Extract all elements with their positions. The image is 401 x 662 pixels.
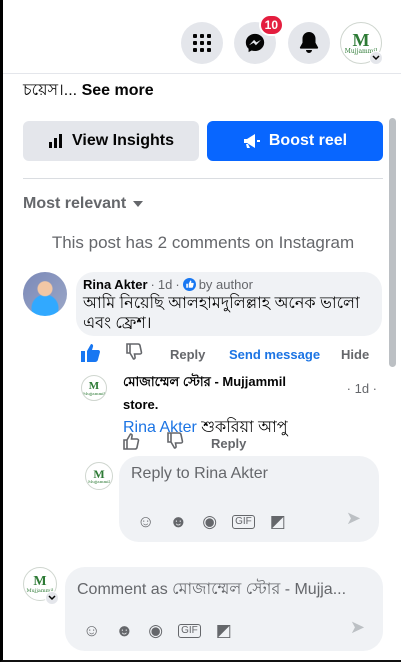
messenger-icon	[245, 33, 265, 53]
chevron-down-icon	[48, 595, 56, 601]
commenter-avatar[interactable]	[23, 272, 67, 316]
sticker-icon[interactable]: ◩	[270, 513, 286, 530]
reply-to-reply-button[interactable]: Reply	[211, 436, 246, 451]
reply-tools: ☺ ☻ ◉ GIF ◩	[137, 513, 286, 530]
send-icon[interactable]: ➤	[350, 617, 365, 638]
messenger-badge: 10	[258, 14, 284, 36]
bar-chart-icon	[49, 134, 63, 148]
comment-author[interactable]: Rina Akter	[83, 277, 148, 292]
gif-icon[interactable]: GIF	[232, 514, 255, 529]
comment-meta: by author	[198, 277, 253, 292]
reply-comment: মোজাম্মেল স্টোর - Mujjammil store. · 1d …	[123, 373, 383, 441]
scrollbar-thumb[interactable]	[389, 118, 396, 367]
comment-as-switch[interactable]	[45, 591, 59, 605]
top-bar: 10 M Mujjammil	[3, 0, 401, 74]
divider	[23, 178, 383, 179]
reply-author-suffix: store.	[123, 397, 159, 412]
reply-text: Rina Akter শুকরিয়া আপু	[123, 419, 288, 436]
megaphone-icon	[243, 134, 260, 148]
reply-button[interactable]: Reply	[170, 347, 205, 362]
dislike-icon[interactable]	[126, 343, 144, 361]
boost-reel-button[interactable]: Boost reel	[207, 121, 383, 161]
view-insights-button[interactable]: View Insights	[23, 121, 199, 161]
reply-input[interactable]: Reply to Rina Akter ☺ ☻ ◉ GIF ◩ ➤	[119, 456, 379, 542]
emoji-icon[interactable]: ☻	[115, 622, 133, 639]
comment-input[interactable]: Comment as মোজাম্মেল স্টোর - Mujja... ☺ …	[65, 567, 383, 651]
like-filled-icon[interactable]	[81, 343, 101, 362]
comment-text: আমি নিয়েছি আলহামদুলিল্লাহ অনেক ভালো এবং…	[83, 295, 360, 332]
reply-input-placeholder: Reply to Rina Akter	[131, 465, 268, 482]
send-message-button[interactable]: Send message	[229, 347, 320, 362]
bell-icon	[299, 32, 319, 53]
comment-time: 1d	[157, 277, 173, 292]
comment-tools: ☺ ☻ ◉ GIF ◩	[83, 622, 232, 639]
see-more-link[interactable]: See more	[82, 82, 154, 99]
hide-button[interactable]: Hide	[341, 347, 369, 362]
notifications-button[interactable]	[288, 22, 330, 64]
comment-filter-dropdown[interactable]: Most relevant	[23, 195, 144, 213]
emoji-icon[interactable]: ☻	[169, 513, 187, 530]
post-caption: চয়েস।... See more	[23, 82, 154, 99]
avatar-sticker-icon[interactable]: ☺	[83, 622, 100, 639]
triangle-down-icon	[133, 201, 144, 207]
reply-time: · 1d ·	[346, 381, 377, 396]
camera-icon[interactable]: ◉	[148, 622, 163, 639]
apps-grid-icon	[193, 34, 211, 52]
gif-icon[interactable]: GIF	[178, 623, 201, 638]
comment-bubble: Rina Akter · 1d · by author আমি নিয়েছি …	[76, 272, 382, 336]
chevron-down-icon	[372, 55, 380, 61]
avatar-sticker-icon[interactable]: ☺	[137, 513, 154, 530]
dislike-icon[interactable]	[167, 432, 185, 450]
page-avatar[interactable]: M Mujjammil	[81, 375, 107, 401]
sticker-icon[interactable]: ◩	[216, 622, 232, 639]
account-menu-caret[interactable]	[369, 51, 383, 65]
messenger-button[interactable]: 10	[234, 14, 284, 64]
menu-button[interactable]	[181, 22, 223, 64]
like-icon[interactable]	[123, 432, 141, 450]
reply-input-avatar: M Mujjammil	[85, 462, 113, 490]
comment-input-placeholder: Comment as মোজাম্মেল স্টোর - Mujja...	[77, 581, 347, 598]
send-icon[interactable]: ➤	[346, 508, 361, 529]
reply-author[interactable]: মোজাম্মেল স্টোর - Mujjammil	[123, 374, 286, 389]
instagram-comments-note: This post has 2 comments on Instagram	[51, 233, 355, 252]
thumbs-up-badge-icon	[182, 278, 196, 291]
camera-icon[interactable]: ◉	[202, 513, 217, 530]
